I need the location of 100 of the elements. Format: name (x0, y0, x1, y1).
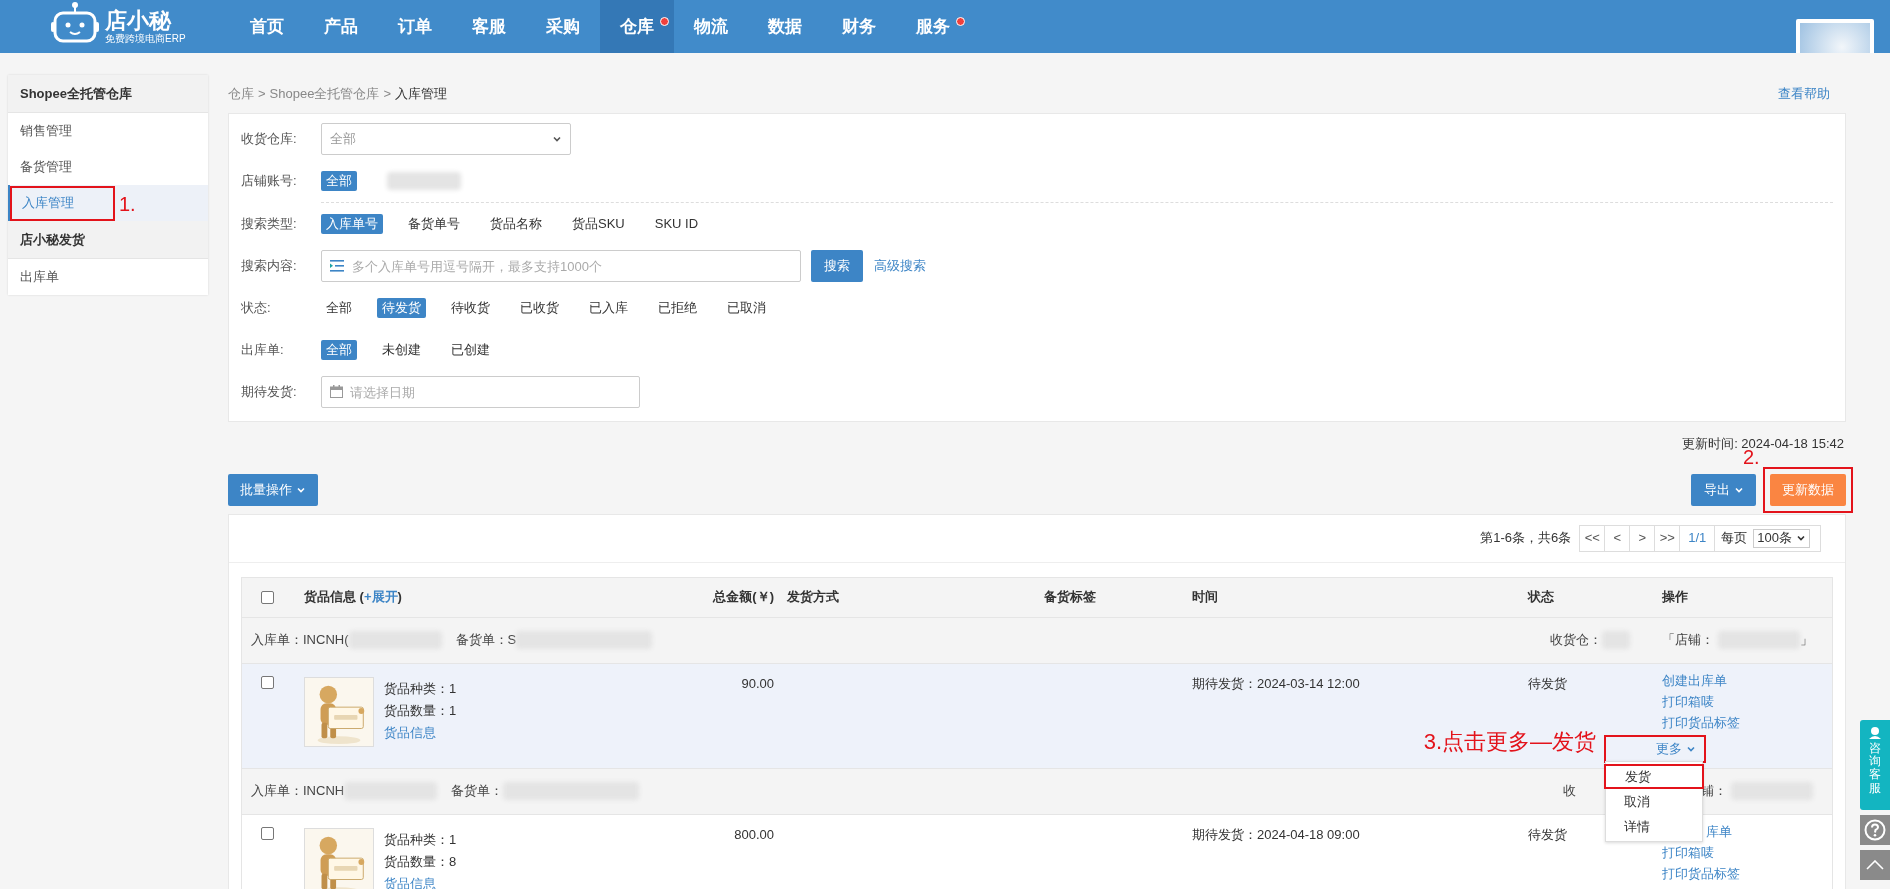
item-info-link[interactable]: 货品信息 (384, 872, 457, 889)
filter-chip[interactable]: 未创建 (377, 340, 426, 360)
column-header: 备货标签 (1044, 589, 1096, 605)
nav-tab[interactable]: 服务 (896, 0, 970, 53)
expected-ship-time: 期待发货：2024-04-18 09:00 (1192, 826, 1360, 842)
status-text: 待发货 (1528, 826, 1567, 842)
action-link[interactable]: 创建出库单 (1662, 669, 1727, 691)
sidebar-item[interactable]: 备货管理 (8, 149, 208, 185)
expand-link[interactable]: +展开 (363, 589, 398, 605)
search-button[interactable]: 搜索 (811, 250, 863, 282)
filter-chip[interactable]: 全部 (321, 298, 357, 318)
page-summary: 第1-6条，共6条 (1480, 529, 1572, 548)
filter-chip[interactable]: 全部 (321, 340, 357, 360)
date-field[interactable]: 请选择日期 (321, 376, 640, 408)
breadcrumb-item[interactable]: Shopee全托管仓库 (269, 84, 380, 104)
nav-tab[interactable]: 订单 (378, 0, 452, 53)
filter-chip[interactable]: 已创建 (446, 340, 495, 360)
group-label: 「店铺： (1662, 631, 1714, 650)
item-info-link[interactable]: 货品信息 (384, 721, 457, 744)
filter-chip[interactable]: 全部 (321, 171, 357, 191)
column-header: 状态 (1528, 589, 1554, 605)
stock-number: S (507, 631, 517, 650)
menu-item[interactable]: 详情 (1606, 813, 1702, 839)
filter-label: 收货仓库: (241, 130, 298, 149)
row-checkbox[interactable] (260, 826, 274, 840)
advanced-search-link[interactable]: 高级搜索 (874, 256, 926, 276)
filter-chip[interactable]: 待发货 (377, 298, 426, 318)
warehouse-select[interactable]: 全部 (321, 123, 571, 155)
action-link[interactable]: 打印箱唛 (1662, 841, 1714, 863)
nav-tab[interactable]: 客服 (452, 0, 526, 53)
nav-tab[interactable]: 采购 (526, 0, 600, 53)
filter-chip[interactable]: 已拒绝 (653, 298, 702, 318)
nav-tab[interactable]: 财务 (822, 0, 896, 53)
filter-chip[interactable]: 已取消 (722, 298, 771, 318)
page-nav-button[interactable]: >> (1655, 525, 1681, 551)
page-nav-button[interactable]: > (1630, 525, 1656, 551)
column-header: 发货方式 (787, 589, 839, 605)
group-label: 备货单： (451, 782, 504, 801)
more-dropdown-button[interactable]: 更多 (1656, 738, 1696, 759)
breadcrumb-separator: > (383, 85, 391, 104)
back-to-top-button[interactable] (1860, 850, 1890, 880)
group-label: 入库单： (251, 782, 303, 801)
total-amount: 800.00 (734, 826, 774, 842)
brand-tagline: 免费跨境电商ERP (105, 33, 186, 45)
breadcrumb-item: 入库管理 (395, 85, 447, 104)
action-link[interactable]: 打印箱唛 (1662, 690, 1714, 712)
sidebar-item[interactable]: 销售管理 (8, 113, 208, 149)
select-all-checkbox[interactable] (260, 590, 274, 604)
action-link[interactable]: 库单 (1706, 820, 1732, 842)
group-label: 收货仓： (1550, 631, 1602, 650)
column-header: 操作 (1662, 589, 1688, 605)
filter-chip[interactable]: 已收货 (515, 298, 564, 318)
nav-tab[interactable]: 产品 (304, 0, 378, 53)
chevron-down-icon (1796, 533, 1806, 543)
filter-chip[interactable]: 货品名称 (485, 214, 547, 234)
chevron-up-icon (1866, 860, 1884, 870)
sidebar-section-title: Shopee全托管仓库 (8, 75, 208, 113)
filter-label: 期待发货: (241, 383, 298, 402)
filter-chip[interactable]: 已入库 (584, 298, 633, 318)
filter-chip[interactable]: 待收货 (446, 298, 495, 318)
calendar-icon (330, 385, 343, 398)
filter-label: 搜索类型: (241, 215, 298, 234)
help-icon (1864, 819, 1886, 841)
action-link[interactable]: 打印货品标签 (1662, 711, 1740, 733)
breadcrumb-separator: > (258, 85, 266, 104)
item-quantity: 货品数量：1 (384, 701, 457, 720)
filter-chip[interactable]: SKU ID (649, 214, 704, 234)
row-checkbox[interactable] (260, 675, 274, 689)
filter-chip[interactable]: 货品SKU (567, 214, 630, 234)
help-link[interactable]: 查看帮助 (1778, 84, 1830, 104)
item-quantity: 货品数量：8 (384, 852, 457, 871)
refresh-data-button[interactable]: 更新数据 (1770, 473, 1846, 506)
consult-service-button[interactable]: 咨询客服 (1860, 720, 1890, 810)
filter-chip[interactable]: 入库单号 (321, 214, 383, 234)
column-header: 时间 (1192, 589, 1218, 605)
page-indicator: 1/1 (1680, 525, 1716, 551)
chevron-down-icon (552, 134, 562, 144)
sidebar-section-title: 店小秘发货 (8, 221, 208, 259)
menu-item[interactable]: 取消 (1606, 788, 1702, 814)
menu-item[interactable]: 发货 (1604, 763, 1704, 789)
step-annotation: 1. (119, 192, 136, 217)
export-button[interactable]: 导出 (1691, 473, 1756, 506)
nav-tab[interactable]: 首页 (230, 0, 304, 53)
filter-chip[interactable]: 备货单号 (403, 214, 465, 234)
search-field[interactable]: 多个入库单号用逗号隔开，最多支持1000个 (321, 250, 801, 282)
brand-name: 店小秘 (105, 9, 173, 33)
update-time: 更新时间: 2024-04-18 15:42 (1682, 435, 1844, 451)
help-button[interactable] (1860, 815, 1890, 845)
expected-ship-time: 期待发货：2024-03-14 12:00 (1192, 675, 1360, 691)
action-link[interactable]: 打印货品标签 (1662, 862, 1740, 884)
page-nav-button[interactable]: << (1580, 525, 1606, 551)
sidebar-item[interactable]: 出库单 (8, 259, 208, 295)
nav-tab[interactable]: 物流 (674, 0, 748, 53)
batch-actions-button[interactable]: 批量操作 (228, 473, 318, 506)
per-page-select[interactable]: 100条 (1753, 528, 1810, 548)
page-nav-button[interactable]: < (1605, 525, 1631, 551)
breadcrumb-item[interactable]: 仓库 (228, 84, 254, 104)
nav-tab[interactable]: 仓库 (600, 0, 674, 53)
nav-tab[interactable]: 数据 (748, 0, 822, 53)
per-page-label: 每页 (1720, 529, 1749, 548)
